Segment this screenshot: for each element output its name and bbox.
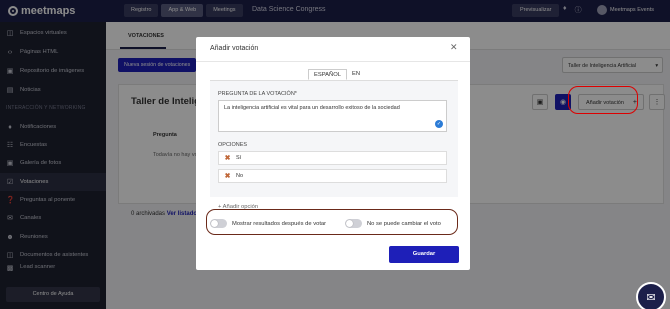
options-label: OPCIONES xyxy=(218,142,248,148)
option-row[interactable]: ✖ No xyxy=(218,169,447,183)
tab-espanol[interactable]: ESPAÑOL xyxy=(308,69,347,80)
annotation-highlight xyxy=(568,86,638,114)
chat-button[interactable]: ✉ xyxy=(636,282,666,309)
check-icon: ✓ xyxy=(435,120,443,128)
save-button[interactable]: Guardar xyxy=(389,246,459,263)
question-input[interactable]: La inteligencia artificial es vital para… xyxy=(218,100,447,132)
annotation-highlight xyxy=(206,209,458,235)
remove-option-icon[interactable]: ✖ xyxy=(219,172,236,180)
question-value: La inteligencia artificial es vital para… xyxy=(224,105,400,111)
add-vote-modal: Añadir votación ✕ ESPAÑOL EN PREGUNTA DE… xyxy=(196,37,470,270)
language-tabs: ESPAÑOL EN xyxy=(308,69,365,80)
question-label: PREGUNTA DE LA VOTACIÓN* xyxy=(218,91,297,97)
tab-en[interactable]: EN xyxy=(347,69,365,80)
option-text: No xyxy=(236,173,244,179)
chat-icon: ✉ xyxy=(646,291,656,304)
close-icon[interactable]: ✕ xyxy=(450,42,458,53)
modal-title: Añadir votación xyxy=(210,45,259,52)
form-panel: PREGUNTA DE LA VOTACIÓN* La inteligencia… xyxy=(210,81,458,197)
option-row[interactable]: ✖ Sí xyxy=(218,151,447,165)
option-text: Sí xyxy=(236,155,242,161)
divider xyxy=(196,61,470,62)
remove-option-icon[interactable]: ✖ xyxy=(219,154,236,162)
